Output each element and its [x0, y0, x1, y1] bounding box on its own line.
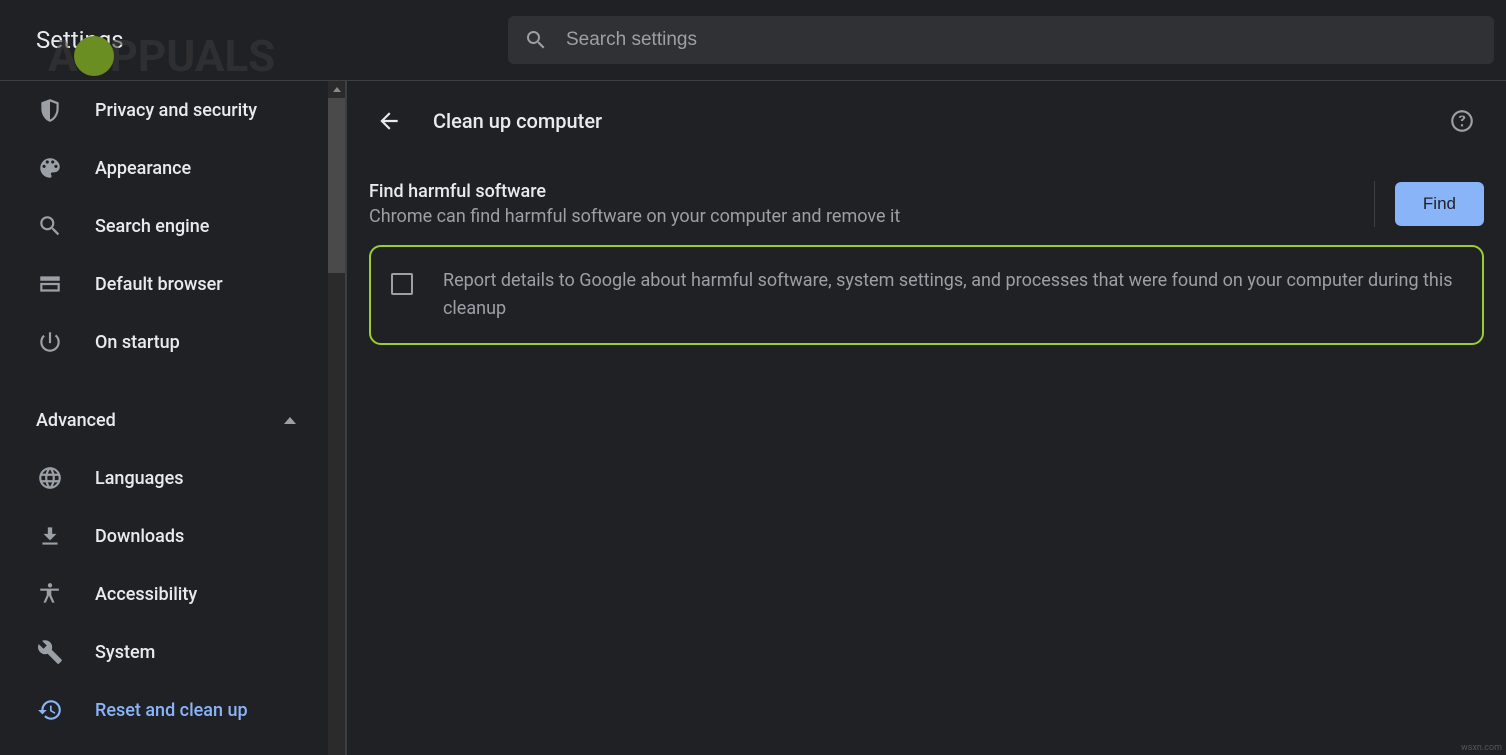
restore-icon [37, 697, 63, 723]
sidebar-item-label: Default browser [95, 274, 223, 295]
settings-title: Settings [0, 26, 508, 54]
sidebar-item-label: Reset and clean up [95, 700, 248, 721]
sidebar-item-label: Search engine [95, 216, 209, 237]
wrench-icon [37, 639, 63, 665]
scrollbar-track[interactable] [328, 81, 345, 755]
sidebar-item-downloads[interactable]: Downloads [0, 507, 328, 565]
help-icon [1449, 108, 1475, 134]
sidebar-item-label: System [95, 642, 155, 663]
globe-icon [37, 465, 63, 491]
shield-icon [37, 97, 63, 123]
sidebar-advanced-toggle[interactable]: Advanced [0, 391, 328, 449]
palette-icon [37, 155, 63, 181]
accessibility-icon [37, 581, 63, 607]
power-icon [37, 329, 63, 355]
sidebar-item-label: Downloads [95, 526, 184, 547]
content-header: Clean up computer [347, 81, 1506, 161]
download-icon [37, 523, 63, 549]
content-panel: Clean up computer Find harmful software … [347, 81, 1506, 755]
scroll-up-arrow-icon[interactable] [328, 81, 345, 98]
sidebar-item-accessibility[interactable]: Accessibility [0, 565, 328, 623]
find-button[interactable]: Find [1395, 182, 1484, 226]
arrow-left-icon [376, 108, 402, 134]
find-divider [1374, 181, 1375, 227]
search-icon [37, 213, 63, 239]
sidebar-item-label: On startup [95, 332, 180, 353]
content-section: Find harmful software Chrome can find ha… [347, 161, 1506, 365]
help-button[interactable] [1442, 101, 1482, 141]
sidebar-item-languages[interactable]: Languages [0, 449, 328, 507]
sidebar-item-privacy[interactable]: Privacy and security [0, 81, 328, 139]
main-area: Privacy and security Appearance Search e… [0, 80, 1506, 755]
advanced-label: Advanced [36, 410, 116, 431]
sidebar-item-label: Languages [95, 468, 183, 489]
sidebar: Privacy and security Appearance Search e… [0, 81, 345, 755]
find-title: Find harmful software [369, 181, 1354, 202]
sidebar-item-search-engine[interactable]: Search engine [0, 197, 328, 255]
find-desc: Chrome can find harmful software on your… [369, 206, 1354, 227]
sidebar-item-label: Appearance [95, 158, 191, 179]
page-title: Clean up computer [433, 109, 1442, 133]
search-bar[interactable] [508, 16, 1494, 64]
report-details-box: Report details to Google about harmful s… [369, 245, 1484, 345]
chevron-up-icon [284, 417, 296, 424]
find-text: Find harmful software Chrome can find ha… [369, 181, 1354, 227]
report-checkbox[interactable] [391, 273, 413, 295]
back-button[interactable] [369, 101, 409, 141]
find-harmful-row: Find harmful software Chrome can find ha… [369, 181, 1484, 237]
footer-watermark: wsxn.com [1461, 743, 1502, 753]
sidebar-item-system[interactable]: System [0, 623, 328, 681]
search-input[interactable] [566, 29, 1478, 51]
sidebar-item-label: Accessibility [95, 584, 197, 605]
scrollbar-thumb[interactable] [328, 98, 345, 273]
sidebar-item-on-startup[interactable]: On startup [0, 313, 328, 371]
sidebar-item-reset[interactable]: Reset and clean up [0, 681, 328, 739]
report-text: Report details to Google about harmful s… [443, 267, 1462, 323]
app-header: Settings [0, 0, 1506, 80]
search-icon [524, 28, 548, 52]
sidebar-item-appearance[interactable]: Appearance [0, 139, 328, 197]
sidebar-item-label: Privacy and security [95, 100, 257, 121]
browser-icon [37, 271, 63, 297]
sidebar-item-default-browser[interactable]: Default browser [0, 255, 328, 313]
